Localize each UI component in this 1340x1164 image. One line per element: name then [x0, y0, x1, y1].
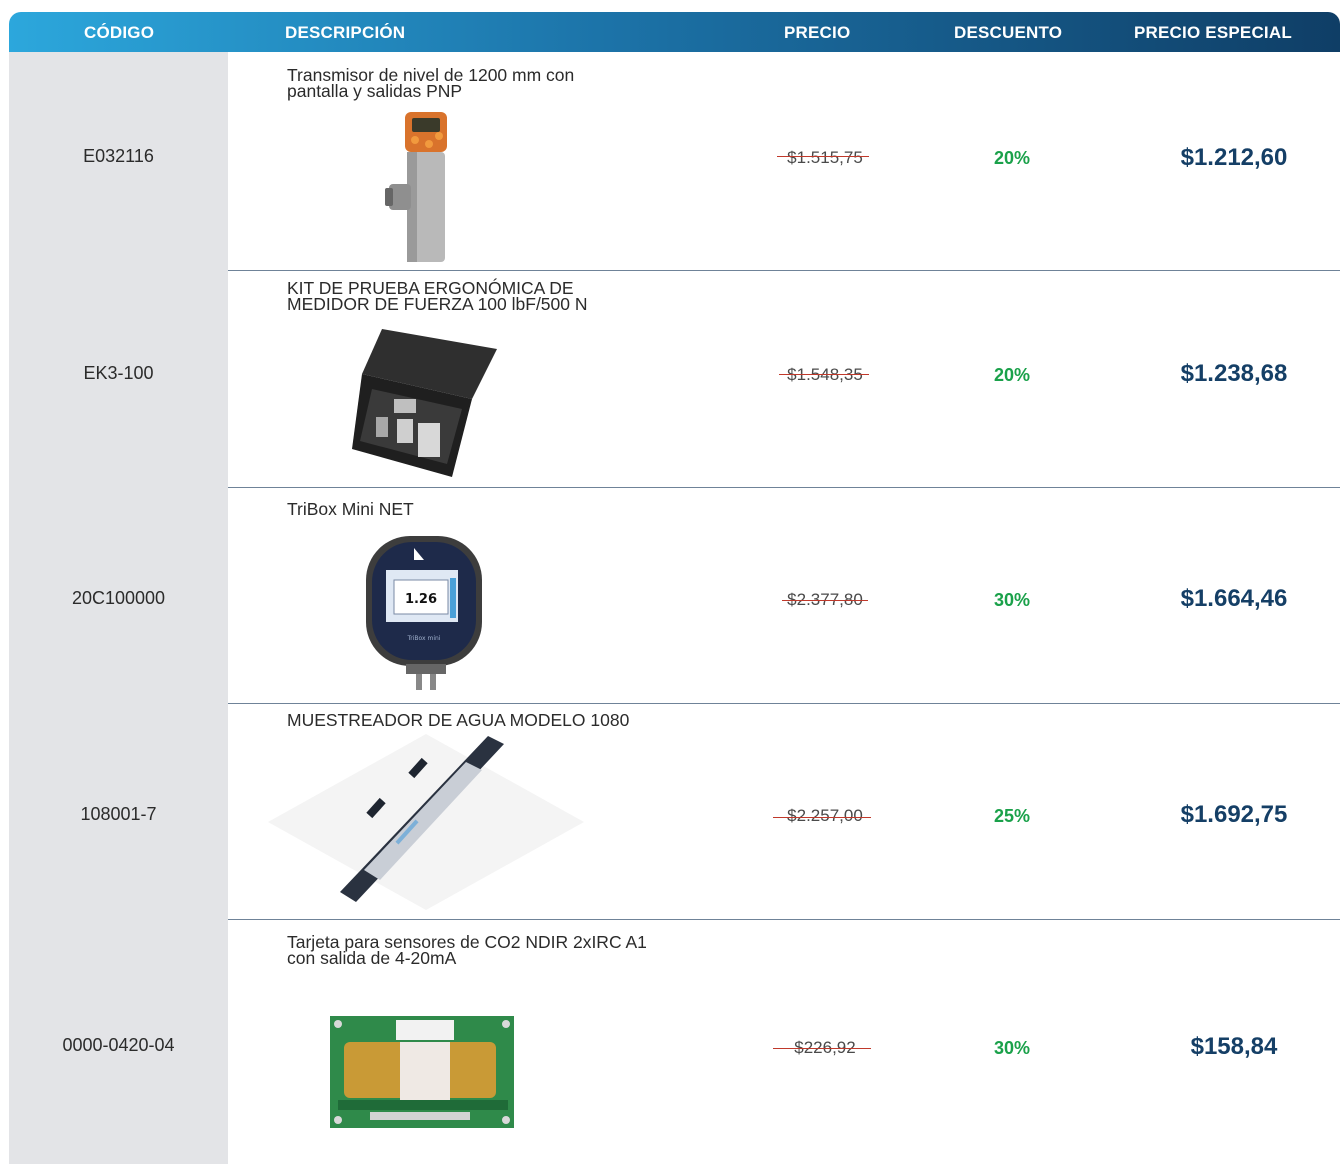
tribox-brand-text: TriBox mini [407, 635, 441, 642]
original-price: $1.515,75 [787, 148, 863, 167]
table-row: 20C100000 TriBox Mini NET 1.26 TriBox mi… [0, 488, 1340, 703]
price-strikethrough [779, 374, 869, 375]
product-description: MUESTREADOR DE AGUA MODELO 1080 [287, 710, 630, 730]
product-description: Tarjeta para sensores de CO2 NDIR 2xIRC … [287, 932, 647, 968]
product-code: EK3-100 [83, 363, 154, 383]
original-price: $1.548,35 [787, 365, 863, 384]
table-row: 108001-7 MUESTREADOR DE AGUA MODELO 1080… [0, 704, 1340, 919]
header-description: DESCRIPCIÓN [285, 23, 406, 42]
original-price: $2.257,00 [787, 806, 863, 825]
discount-percent: 20% [993, 365, 1031, 385]
tribox-mini-image: 1.26 TriBox mini [366, 536, 482, 690]
tribox-screen-value: 1.26 [405, 592, 437, 607]
product-code: 108001-7 [80, 804, 157, 824]
discount-percent: 30% [993, 590, 1031, 610]
price-strikethrough [773, 817, 871, 818]
co2-sensor-board-image [330, 1016, 514, 1128]
price-strikethrough [782, 600, 868, 601]
special-price: $1.238,68 [1180, 360, 1288, 387]
table-row: 0000-0420-04 Tarjeta para sensores de CO… [0, 920, 1340, 1164]
special-price: $158,84 [1190, 1033, 1278, 1060]
water-sampler-image [268, 734, 584, 910]
discount-percent: 25% [993, 806, 1031, 826]
price-strikethrough [773, 1048, 871, 1049]
special-price: $1.692,75 [1180, 801, 1288, 828]
discount-percent: 30% [993, 1038, 1031, 1058]
product-description: KIT DE PRUEBA ERGONÓMICA DE MEDIDOR DE F… [287, 278, 588, 314]
product-description: TriBox Mini NET [287, 499, 414, 519]
product-description: Transmisor de nivel de 1200 mm con panta… [287, 65, 575, 101]
discount-percent: 20% [993, 148, 1031, 168]
force-gauge-kit-image [352, 329, 497, 477]
table-header: CÓDIGO DESCRIPCIÓN PRECIO DESCUENTO PREC… [9, 12, 1340, 52]
header-code: CÓDIGO [84, 23, 155, 42]
product-code: 20C100000 [71, 588, 166, 608]
price-strikethrough [777, 156, 869, 157]
table-row: E032116 Transmisor de nivel de 1200 mm c… [0, 52, 1340, 270]
level-transmitter-image [385, 112, 447, 262]
product-code: E032116 [83, 146, 154, 166]
table-row: EK3-100 KIT DE PRUEBA ERGONÓMICA DE MEDI… [0, 271, 1340, 487]
special-price: $1.664,46 [1180, 585, 1288, 612]
header-special-price: PRECIO ESPECIAL [1134, 23, 1292, 42]
special-price: $1.212,60 [1180, 144, 1288, 171]
header-discount: DESCUENTO [954, 23, 1063, 42]
product-code: 0000-0420-04 [62, 1035, 175, 1055]
header-price: PRECIO [784, 23, 851, 42]
